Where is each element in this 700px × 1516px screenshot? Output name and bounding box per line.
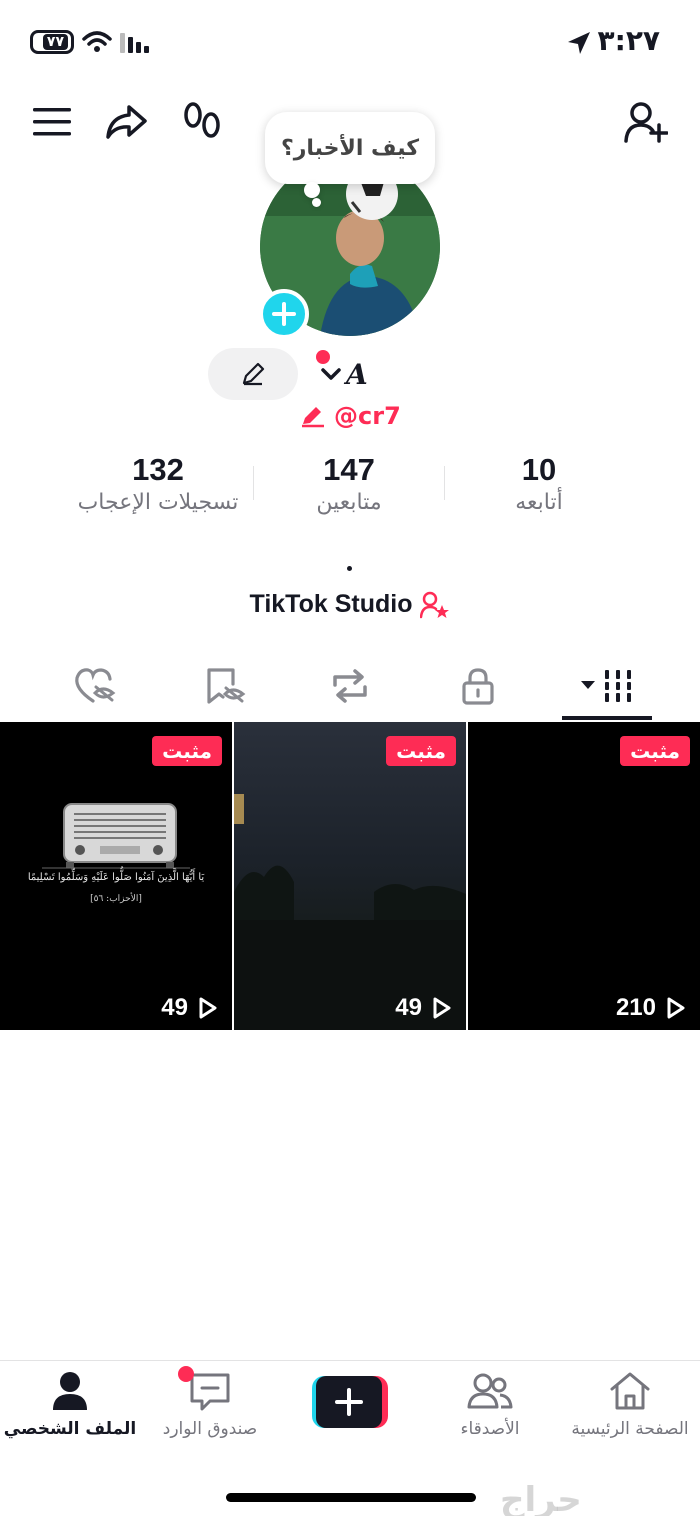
nav-profile-label: الملف الشخصي — [3, 1419, 137, 1439]
likes-count: 132 — [132, 452, 184, 487]
tab-liked-hidden[interactable] — [50, 658, 140, 714]
bookmark-hidden-icon — [207, 668, 246, 704]
followers-count: 147 — [323, 452, 375, 487]
creator-star-icon — [420, 591, 450, 618]
play-icon — [199, 997, 217, 1019]
video-thumbnail[interactable]: مثبت 49 — [234, 722, 466, 1030]
active-tab-indicator — [562, 716, 652, 720]
lock-icon — [462, 668, 494, 705]
followers-label: متابعين — [316, 490, 382, 515]
plus-icon — [272, 302, 296, 326]
status-bubble[interactable]: كيف الأخبار؟ — [265, 112, 435, 184]
add-avatar-button[interactable] — [259, 289, 309, 339]
battery-level: ٧٧ — [42, 34, 68, 50]
location-arrow-icon — [568, 32, 590, 54]
nav-inbox-label: صندوق الوارد — [162, 1419, 258, 1439]
create-plus-icon — [312, 1376, 388, 1428]
heart-hidden-icon — [75, 668, 116, 703]
notification-dot — [316, 350, 330, 364]
nav-home-label: الصفحة الرئيسية — [571, 1419, 689, 1439]
bubble-tail-dot — [304, 182, 320, 198]
tab-favorites-hidden[interactable] — [180, 658, 270, 714]
tiktok-studio-label: TikTok Studio — [249, 590, 413, 618]
night-scene-image — [234, 794, 466, 1030]
inbox-notification-dot — [178, 1366, 194, 1382]
video-thumbnail[interactable]: يَا أَيُّهَا الَّذِينَ آمَنُوا صَلُّوا ع… — [0, 722, 232, 1030]
wifi-icon — [82, 31, 112, 52]
bubble-tail-dot-small — [312, 198, 321, 207]
pinned-badge: مثبت — [620, 736, 690, 766]
edit-profile-button[interactable] — [208, 348, 298, 400]
tab-private[interactable] — [433, 658, 523, 714]
username: @cr7 — [334, 402, 401, 430]
watermark: حراج — [500, 1480, 582, 1516]
play-icon — [667, 997, 685, 1019]
following-count: 10 — [521, 452, 557, 487]
profile-tabs — [0, 658, 700, 722]
nav-home[interactable]: الصفحة الرئيسية — [560, 1371, 700, 1439]
profile-icon — [53, 1372, 87, 1410]
view-count: 49 — [161, 994, 218, 1022]
nav-profile[interactable]: الملف الشخصي — [0, 1371, 140, 1439]
repost-icon — [333, 669, 367, 703]
video-grid: يَا أَيُّهَا الَّذِينَ آمَنُوا صَلُّوا ع… — [0, 722, 700, 1030]
grid-icon — [581, 670, 631, 702]
account-switcher[interactable]: A — [316, 350, 368, 396]
pencil-icon — [242, 362, 265, 386]
tab-reposts[interactable] — [305, 658, 395, 714]
view-count-number: 49 — [161, 994, 188, 1021]
tiktok-studio-link[interactable]: TikTok Studio — [0, 590, 700, 619]
status-time: ٣:٢٧ — [597, 24, 660, 57]
nav-friends-label: الأصدقاء — [460, 1419, 520, 1439]
following-label: أتابعه — [515, 490, 563, 515]
share-icon[interactable] — [104, 100, 148, 144]
video-thumbnail[interactable]: مثبت 210 — [468, 722, 700, 1030]
pencil-edit-icon — [302, 407, 324, 428]
username-row[interactable]: @cr7 — [300, 398, 401, 434]
pinned-badge: مثبت — [386, 736, 456, 766]
nav-friends[interactable]: الأصدقاء — [420, 1371, 560, 1439]
menu-icon[interactable] — [30, 100, 74, 144]
likes-stat[interactable]: 132 تسجيلات الإعجاب — [48, 452, 268, 515]
nav-inbox[interactable]: صندوق الوارد — [140, 1371, 280, 1439]
bio-dot — [347, 566, 352, 571]
tab-videos[interactable] — [562, 658, 652, 714]
view-count-number: 49 — [395, 994, 422, 1021]
view-count-number: 210 — [615, 994, 656, 1021]
view-count: 210 — [616, 994, 686, 1022]
home-indicator — [226, 1493, 476, 1502]
create-button[interactable] — [312, 1376, 388, 1428]
pinned-badge: مثبت — [152, 736, 222, 766]
profile-name: A — [346, 357, 368, 391]
battery-icon: ٧٧ — [30, 30, 74, 54]
chevron-down-icon — [321, 368, 341, 380]
friends-icon — [467, 1373, 513, 1409]
footprints-icon[interactable] — [180, 100, 224, 144]
play-icon — [433, 997, 451, 1019]
view-count: 49 — [395, 994, 452, 1022]
verse-source: [الأحزاب: ٥٦] — [90, 894, 142, 904]
followers-stat[interactable]: 147 متابعين — [239, 452, 459, 515]
add-friend-icon[interactable] — [624, 100, 668, 144]
inbox-icon — [190, 1373, 230, 1411]
home-icon — [610, 1372, 650, 1410]
verse-caption: يَا أَيُّهَا الَّذِينَ آمَنُوا صَلُّوا ع… — [27, 872, 205, 883]
signal-icon — [120, 33, 149, 53]
following-stat[interactable]: 10 أتابعه — [429, 452, 649, 515]
likes-label: تسجيلات الإعجاب — [77, 490, 239, 515]
